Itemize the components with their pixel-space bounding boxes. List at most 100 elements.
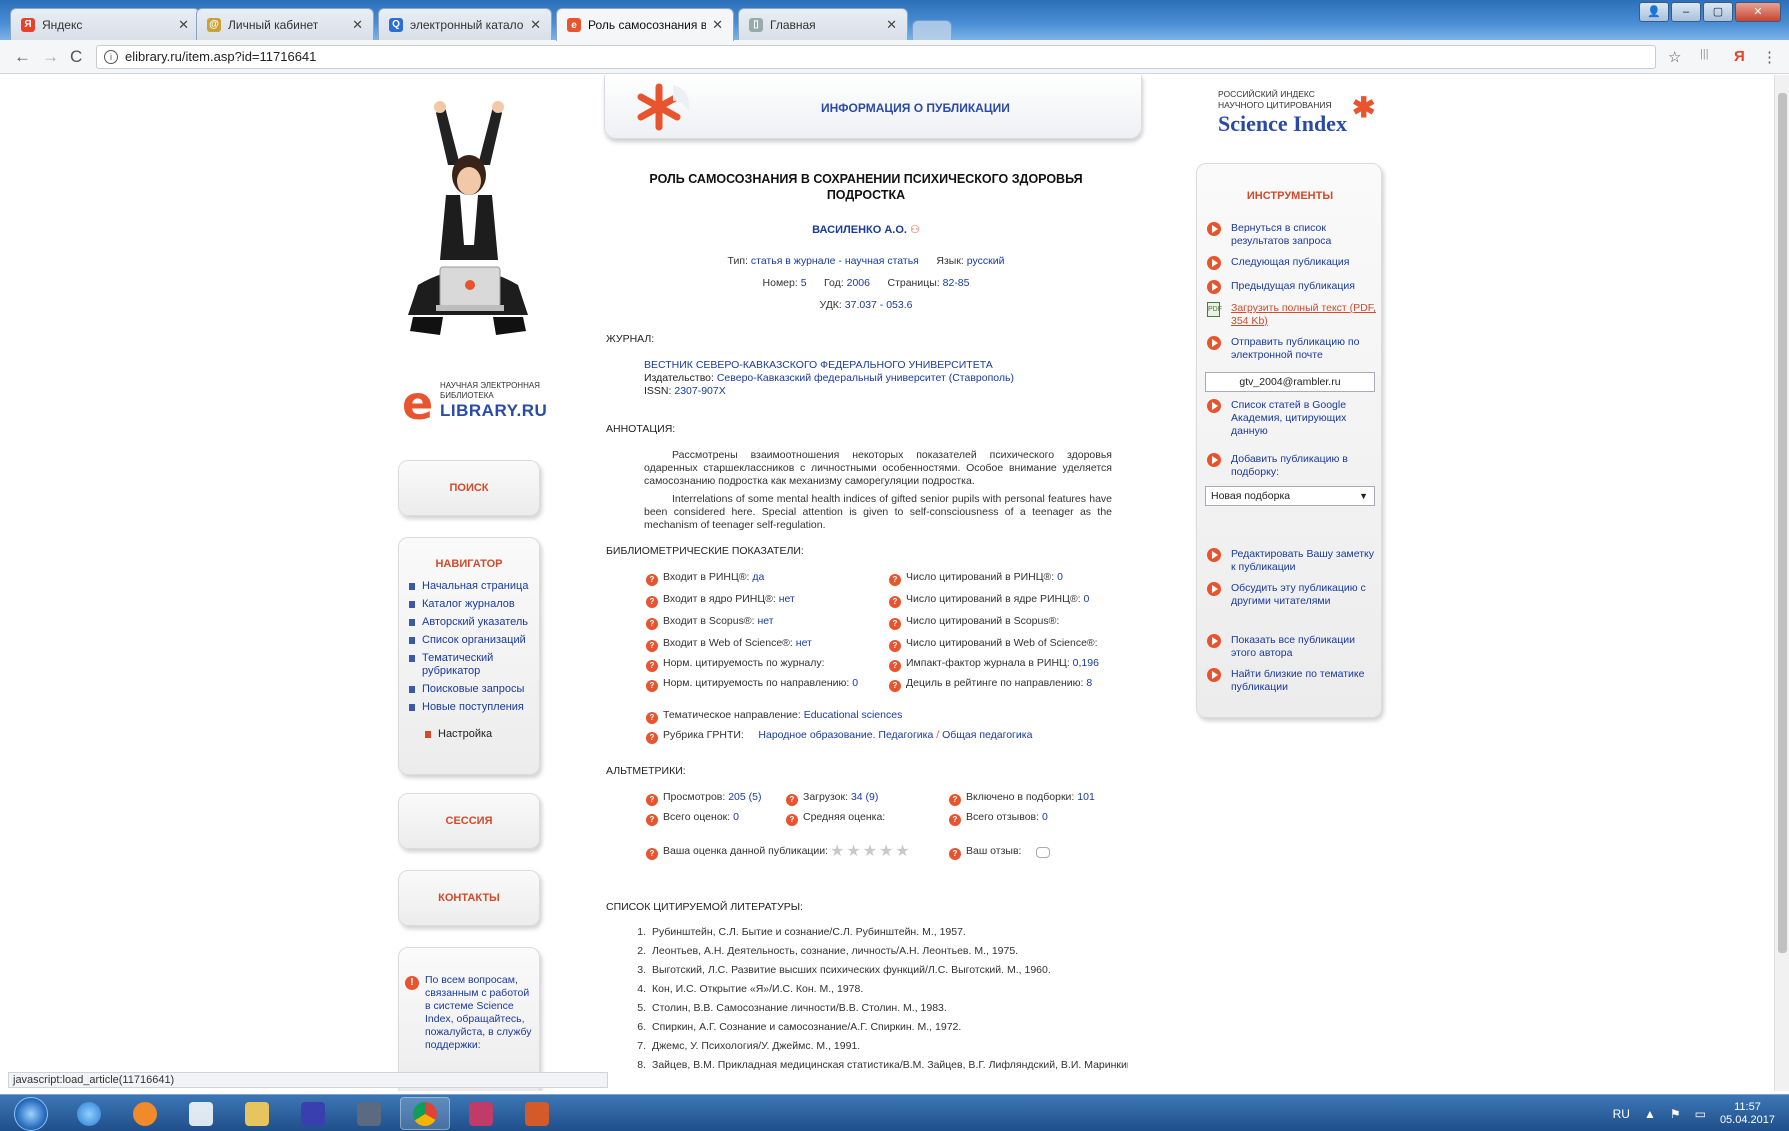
tray-expand-icon[interactable]: ▲: [1644, 1107, 1656, 1121]
back-to-results-link[interactable]: Вернуться в список результатов запроса: [1207, 222, 1379, 248]
nav-item-new[interactable]: Новые поступления: [409, 701, 539, 714]
help-icon[interactable]: ?: [646, 814, 658, 826]
session-box[interactable]: СЕССИЯ: [398, 793, 540, 849]
grnti-link-2[interactable]: Общая педагогика: [942, 729, 1032, 741]
author-link[interactable]: ВАСИЛЕНКО А.О.: [812, 224, 907, 236]
reload-icon[interactable]: C: [70, 47, 82, 67]
new-tab-button[interactable]: [912, 20, 952, 40]
nav-item-home[interactable]: Начальная страница: [409, 580, 539, 593]
flag-icon[interactable]: ⚑: [1670, 1107, 1681, 1121]
nav-item-journals[interactable]: Каталог журналов: [409, 598, 539, 611]
comment-bubble-icon[interactable]: [1036, 847, 1050, 858]
site-info-icon[interactable]: i: [104, 50, 118, 64]
forward-arrow-icon[interactable]: →: [42, 47, 59, 67]
help-icon[interactable]: ?: [949, 814, 961, 826]
help-icon[interactable]: ?: [889, 640, 901, 652]
help-icon[interactable]: ?: [646, 640, 658, 652]
google-scholar-link[interactable]: Список статей в Google Академия, цитирую…: [1207, 399, 1379, 438]
monitor-taskbar-icon[interactable]: [344, 1097, 394, 1130]
scrollbar-thumb[interactable]: [1778, 93, 1787, 953]
similar-publications-link[interactable]: Найти близкие по тематике публикации: [1207, 668, 1379, 694]
help-icon[interactable]: ?: [646, 618, 658, 630]
elibrary-logo[interactable]: e НАУЧНАЯ ЭЛЕКТРОННАЯ БИБЛИОТЕКА LIBRARY…: [400, 375, 550, 435]
close-tab-icon[interactable]: ✕: [712, 17, 723, 33]
bookmarks-icon[interactable]: |||: [1700, 48, 1709, 60]
minimize-button[interactable]: –: [1671, 2, 1701, 22]
help-icon[interactable]: ?: [646, 680, 658, 692]
help-icon[interactable]: ?: [786, 814, 798, 826]
download-pdf-link[interactable]: PDF Загрузить полный текст (PDF, 354 Kb): [1207, 302, 1379, 328]
yandex-icon[interactable]: Я: [1734, 48, 1745, 65]
discuss-link[interactable]: Обсудить эту публикацию с другими читате…: [1207, 582, 1379, 608]
next-publication-link[interactable]: Следующая публикация: [1207, 256, 1379, 270]
contacts-box[interactable]: КОНТАКТЫ: [398, 870, 540, 926]
address-bar[interactable]: i elibrary.ru/item.asp?id=11716641: [96, 45, 1656, 69]
journal-link[interactable]: ВЕСТНИК СЕВЕРО-КАВКАЗСКОГО ФЕДЕРАЛЬНОГО …: [644, 359, 993, 371]
author-profile-icon[interactable]: ⚇: [910, 224, 920, 236]
close-tab-icon[interactable]: ✕: [530, 17, 541, 33]
contacts-button[interactable]: КОНТАКТЫ: [399, 892, 539, 904]
search-box[interactable]: ПОИСК: [398, 460, 540, 516]
floppy-taskbar-icon[interactable]: [288, 1097, 338, 1130]
tab-yandex[interactable]: Я Яндекс ✕: [10, 8, 200, 40]
help-icon[interactable]: ?: [889, 618, 901, 630]
vertical-scrollbar[interactable]: [1774, 75, 1789, 1091]
help-icon[interactable]: ?: [646, 794, 658, 806]
start-button[interactable]: [14, 1097, 48, 1131]
help-icon[interactable]: ?: [786, 794, 798, 806]
email-field[interactable]: gtv_2004@rambler.ru: [1205, 372, 1375, 392]
tab-article[interactable]: e Роль самосознания в со ✕: [556, 8, 734, 41]
search-button[interactable]: ПОИСК: [399, 482, 539, 494]
add-to-collection-link[interactable]: Добавить публикацию в подборку:: [1207, 453, 1379, 479]
back-arrow-icon[interactable]: ←: [14, 47, 31, 67]
close-tab-icon[interactable]: ✕: [886, 17, 897, 33]
help-icon[interactable]: ?: [889, 596, 901, 608]
user-icon[interactable]: 👤: [1639, 2, 1669, 22]
close-tab-icon[interactable]: ✕: [178, 17, 189, 33]
language-indicator[interactable]: RU: [1613, 1107, 1630, 1121]
issue-link[interactable]: 5: [801, 277, 807, 289]
help-icon[interactable]: ?: [646, 596, 658, 608]
collection-select[interactable]: Новая подборка ▼: [1205, 486, 1375, 506]
edit-note-link[interactable]: Редактировать Вашу заметку к публикации: [1207, 548, 1379, 574]
nav-item-organizations[interactable]: Список организаций: [409, 634, 539, 647]
help-icon[interactable]: ?: [889, 680, 901, 692]
rating-stars[interactable]: ★★★★★: [830, 841, 912, 861]
publisher-link[interactable]: Северо-Кавказский федеральный университе…: [717, 372, 1014, 384]
help-icon[interactable]: ?: [646, 712, 658, 724]
help-icon[interactable]: ?: [646, 660, 658, 672]
help-icon[interactable]: ?: [646, 574, 658, 586]
network-icon[interactable]: ▭: [1695, 1107, 1706, 1121]
bookmark-star-icon[interactable]: ☆: [1668, 48, 1681, 66]
nav-item-authors[interactable]: Авторский указатель: [409, 616, 539, 629]
plus-taskbar-icon[interactable]: [456, 1097, 506, 1130]
nav-item-queries[interactable]: Поисковые запросы: [409, 683, 539, 696]
send-email-link[interactable]: Отправить публикацию по электронной почт…: [1207, 336, 1379, 362]
science-index-logo[interactable]: РОССИЙСКИЙ ИНДЕКС НАУЧНОГО ЦИТИРОВАНИЯ S…: [1218, 89, 1388, 149]
nav-item-settings[interactable]: Настройка: [409, 728, 539, 741]
chrome-taskbar-icon[interactable]: [400, 1097, 450, 1130]
nav-item-rubricator[interactable]: Тематический рубрикатор: [409, 652, 539, 678]
prev-publication-link[interactable]: Предыдущая публикация: [1207, 280, 1379, 294]
close-tab-icon[interactable]: ✕: [352, 17, 363, 33]
help-icon[interactable]: ?: [889, 660, 901, 672]
clock[interactable]: 11:57 05.04.2017: [1720, 1101, 1775, 1127]
issn-link[interactable]: 2307-907X: [674, 385, 725, 397]
explorer-taskbar-icon[interactable]: [232, 1097, 282, 1130]
grnti-link-1[interactable]: Народное образование. Педагогика: [758, 729, 933, 741]
help-icon[interactable]: ?: [646, 732, 658, 744]
tab-catalog[interactable]: Q электронный каталог РГ ✕: [378, 8, 552, 40]
menu-icon[interactable]: ⋮: [1762, 48, 1777, 66]
maximize-button[interactable]: ▢: [1703, 2, 1733, 22]
close-window-button[interactable]: ✕: [1735, 2, 1781, 22]
media-player-taskbar-icon[interactable]: [120, 1097, 170, 1130]
author-publications-link[interactable]: Показать все публикации этого автора: [1207, 634, 1379, 660]
tab-personal-cabinet[interactable]: @ Личный кабинет ✕: [196, 8, 374, 40]
help-icon[interactable]: ?: [889, 574, 901, 586]
powerpoint-taskbar-icon[interactable]: [512, 1097, 562, 1130]
help-icon[interactable]: ?: [949, 848, 961, 860]
help-icon[interactable]: ?: [646, 848, 658, 860]
apps-taskbar-icon[interactable]: [176, 1097, 226, 1130]
help-icon[interactable]: ?: [949, 794, 961, 806]
ie-taskbar-icon[interactable]: [64, 1097, 114, 1130]
